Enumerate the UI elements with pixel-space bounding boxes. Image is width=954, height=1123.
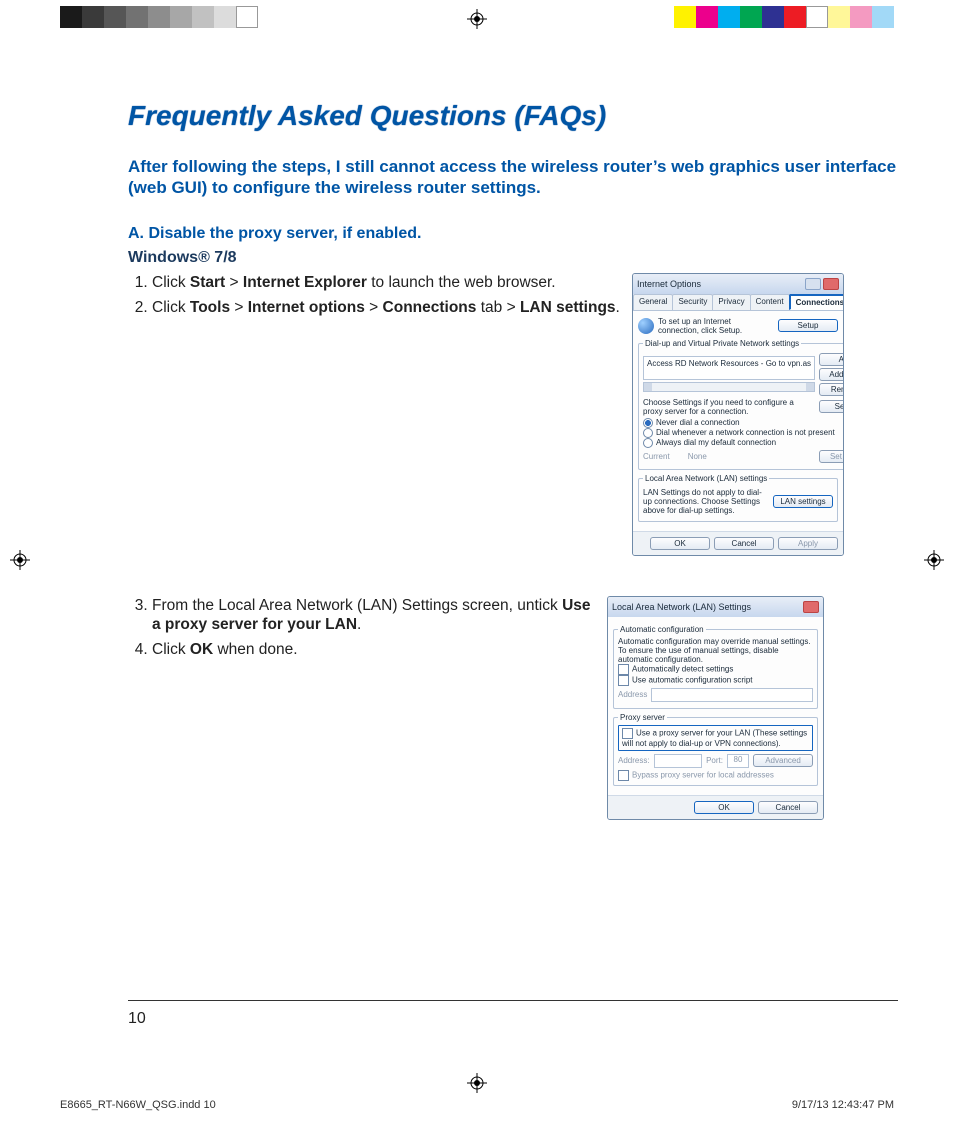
set-default-button[interactable]: Set default — [819, 450, 844, 463]
steps-list-2: From the Local Area Network (LAN) Settin… — [128, 596, 597, 666]
step-1: Click Start > Internet Explorer to launc… — [152, 273, 622, 292]
tab-general[interactable]: General — [633, 294, 673, 310]
help-icon[interactable] — [805, 278, 821, 290]
auto-note: Automatic configuration may override man… — [618, 637, 813, 664]
tab-privacy[interactable]: Privacy — [712, 294, 750, 310]
auto-legend: Automatic configuration — [618, 625, 706, 634]
port-input[interactable]: 80 — [727, 754, 749, 768]
print-footer: E8665_RT-N66W_QSG.indd 10 9/17/13 12:43:… — [0, 1099, 954, 1111]
tab-connections[interactable]: Connections — [789, 294, 844, 310]
tab-content[interactable]: Content — [750, 294, 790, 310]
proxy-note: Choose Settings if you need to configure… — [643, 398, 815, 416]
ok-button[interactable]: OK — [694, 801, 754, 814]
advanced-button[interactable]: Advanced — [753, 754, 813, 767]
close-icon[interactable] — [803, 601, 819, 613]
page-number: 10 — [128, 1010, 146, 1028]
checkbox-auto-script[interactable]: Use automatic configuration script — [618, 675, 813, 686]
proxy-address-input[interactable] — [654, 754, 703, 768]
radio-always-dial[interactable]: Always dial my default connection — [643, 438, 844, 448]
footer-filename: E8665_RT-N66W_QSG.indd 10 — [60, 1099, 216, 1111]
lan-legend: Local Area Network (LAN) settings — [643, 474, 769, 483]
setup-text: To set up an Internet connection, click … — [658, 317, 774, 335]
address-label: Address — [618, 690, 647, 699]
registration-mark-icon — [10, 550, 30, 570]
lan-settings-button[interactable]: LAN settings — [773, 495, 833, 508]
radio-dial-when[interactable]: Dial whenever a network connection is no… — [643, 428, 844, 438]
page-title: Frequently Asked Questions (FAQs) — [128, 100, 898, 132]
registration-mark-icon — [467, 1073, 487, 1093]
setup-button[interactable]: Setup — [778, 319, 838, 332]
lan-settings-dialog: Local Area Network (LAN) Settings Automa… — [607, 596, 824, 820]
globe-icon — [638, 318, 654, 334]
registration-mark-icon — [467, 9, 487, 29]
checkbox-use-proxy[interactable]: Use a proxy server for your LAN (These s… — [622, 728, 809, 748]
proxy-legend: Proxy server — [618, 713, 667, 722]
faq-question: After following the steps, I still canno… — [128, 156, 898, 199]
registration-mark-icon — [924, 550, 944, 570]
scrollbar[interactable] — [643, 382, 815, 392]
cancel-button[interactable]: Cancel — [758, 801, 818, 814]
dialog-title: Local Area Network (LAN) Settings — [612, 602, 751, 612]
radio-never-dial[interactable]: Never dial a connection — [643, 418, 844, 428]
checkbox-auto-detect[interactable]: Automatically detect settings — [618, 664, 813, 675]
dialog-title: Internet Options — [637, 279, 701, 289]
internet-options-dialog: Internet Options General Security Privac… — [632, 273, 844, 556]
tab-security[interactable]: Security — [672, 294, 713, 310]
cancel-button[interactable]: Cancel — [714, 537, 774, 550]
add-button[interactable]: Add... — [819, 353, 844, 366]
os-label: Windows® 7/8 — [128, 249, 898, 267]
step-2: Click Tools > Internet options > Connect… — [152, 298, 622, 317]
current-label: Current — [643, 452, 670, 461]
address-input[interactable] — [651, 688, 813, 702]
settings-button[interactable]: Settings — [819, 400, 844, 413]
dialup-list[interactable]: Access RD Network Resources - Go to vpn.… — [643, 356, 815, 380]
step-4: Click OK when done. — [152, 640, 597, 659]
apply-button[interactable]: Apply — [778, 537, 838, 550]
dialog-tabs: General Security Privacy Content Connect… — [633, 294, 843, 311]
port-label: Port: — [706, 756, 723, 765]
close-icon[interactable] — [823, 278, 839, 290]
checkbox-bypass-local[interactable]: Bypass proxy server for local addresses — [618, 770, 813, 781]
add-vpn-button[interactable]: Add VPN... — [819, 368, 844, 381]
ok-button[interactable]: OK — [650, 537, 710, 550]
footer-datetime: 9/17/13 12:43:47 PM — [792, 1099, 894, 1111]
section-a-heading: A. Disable the proxy server, if enabled. — [128, 225, 898, 243]
dialup-legend: Dial-up and Virtual Private Network sett… — [643, 339, 801, 348]
steps-list-1: Click Start > Internet Explorer to launc… — [128, 273, 622, 324]
current-value: None — [688, 452, 707, 461]
step-3: From the Local Area Network (LAN) Settin… — [152, 596, 597, 635]
lan-note: LAN Settings do not apply to dial-up con… — [643, 488, 769, 515]
address-label: Address: — [618, 756, 650, 765]
remove-button[interactable]: Remove... — [819, 383, 844, 396]
footer-rule — [128, 1000, 898, 1001]
